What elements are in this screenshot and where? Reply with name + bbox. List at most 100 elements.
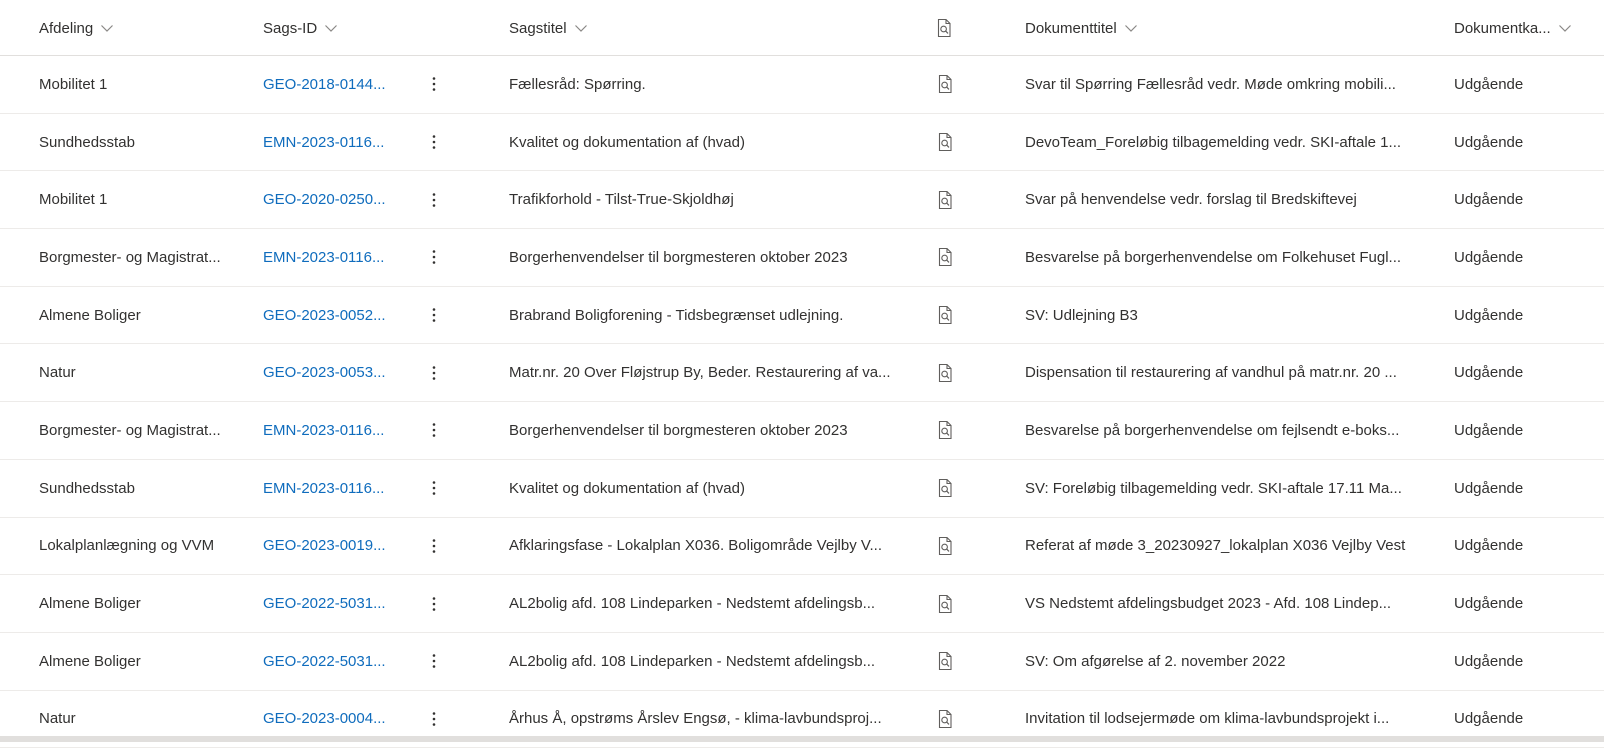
cell-text-sags-id[interactable]: GEO-2023-0004... bbox=[263, 710, 395, 727]
cell-text-sags-id[interactable]: GEO-2018-0144... bbox=[263, 76, 395, 93]
cell-text-sags-id[interactable]: GEO-2023-0019... bbox=[263, 537, 395, 554]
cell-text-dokumenttitel: SV: Foreløbig tilbagemelding vedr. SKI-a… bbox=[1025, 479, 1402, 497]
table-row[interactable]: Borgmester- og Magistrat... EMN-2023-011… bbox=[0, 402, 1604, 460]
table-row[interactable]: Lokalplanlægning og VVM GEO-2023-0019...… bbox=[0, 518, 1604, 576]
cell-sagstitel: Kvalitet og dokumentation af (hvad) bbox=[509, 114, 907, 171]
cell-dokumenttitel: DevoTeam_Foreløbig tilbagemelding vedr. … bbox=[1025, 114, 1426, 171]
cell-text-sags-id[interactable]: GEO-2023-0053... bbox=[263, 364, 395, 381]
document-search-icon bbox=[938, 594, 952, 613]
more-vertical-icon bbox=[432, 654, 436, 669]
more-options-button[interactable] bbox=[424, 171, 444, 228]
cell-sags-id[interactable]: GEO-2023-0053... bbox=[263, 344, 395, 401]
column-header-afdeling[interactable]: Afdeling bbox=[39, 0, 114, 56]
cell-text-sags-id[interactable]: EMN-2023-0116... bbox=[263, 249, 395, 266]
more-vertical-icon bbox=[432, 481, 436, 495]
table-row[interactable]: Almene Boliger GEO-2023-0052... Brabrand… bbox=[0, 287, 1604, 345]
preview-document-button[interactable] bbox=[934, 56, 956, 113]
preview-document-button[interactable] bbox=[934, 344, 956, 401]
cell-text-dokumentkategori: Udgående bbox=[1454, 595, 1524, 613]
cell-sags-id[interactable]: EMN-2023-0116... bbox=[263, 402, 395, 459]
cell-sags-id[interactable]: EMN-2023-0116... bbox=[263, 460, 395, 517]
cell-sagstitel: AL2bolig afd. 108 Lindeparken - Nedstemt… bbox=[509, 575, 907, 632]
table-row[interactable]: Borgmester- og Magistrat... EMN-2023-011… bbox=[0, 229, 1604, 287]
cell-sags-id[interactable]: GEO-2023-0019... bbox=[263, 518, 395, 575]
table-row[interactable]: Sundhedsstab EMN-2023-0116... Kvalitet o… bbox=[0, 460, 1604, 518]
cell-dokumentkategori: Udgående bbox=[1454, 575, 1594, 632]
table-row[interactable]: Mobilitet 1 GEO-2018-0144... Fællesråd: … bbox=[0, 56, 1604, 114]
cell-dokumenttitel: SV: Om afgørelse af 2. november 2022 bbox=[1025, 633, 1426, 690]
cell-text-sags-id[interactable]: GEO-2020-0250... bbox=[263, 191, 395, 208]
preview-document-button[interactable] bbox=[934, 518, 956, 575]
document-search-icon bbox=[938, 75, 952, 94]
cell-sags-id[interactable]: GEO-2018-0144... bbox=[263, 56, 395, 113]
cell-dokumentkategori: Udgående bbox=[1454, 344, 1594, 401]
cell-text-sagstitel: Kvalitet og dokumentation af (hvad) bbox=[509, 479, 745, 497]
more-options-button[interactable] bbox=[424, 633, 444, 690]
more-options-button[interactable] bbox=[424, 56, 444, 113]
cell-text-sags-id[interactable]: EMN-2023-0116... bbox=[263, 422, 395, 439]
cell-sagstitel: AL2bolig afd. 108 Lindeparken - Nedstemt… bbox=[509, 633, 907, 690]
cell-text-dokumenttitel: VS Nedstemt afdelingsbudget 2023 - Afd. … bbox=[1025, 595, 1392, 613]
table-row[interactable]: Mobilitet 1 GEO-2020-0250... Trafikforho… bbox=[0, 171, 1604, 230]
column-header-dokumentkategori[interactable]: Dokumentka... bbox=[1454, 0, 1572, 56]
cell-dokumentkategori: Udgående bbox=[1454, 518, 1594, 575]
cell-text-sags-id[interactable]: GEO-2022-5031... bbox=[263, 653, 395, 670]
more-vertical-icon bbox=[432, 539, 436, 553]
cell-text-afdeling: Natur bbox=[39, 364, 76, 382]
cell-sags-id[interactable]: EMN-2023-0116... bbox=[263, 229, 395, 286]
cell-text-dokumentkategori: Udgående bbox=[1454, 652, 1524, 670]
document-search-icon bbox=[938, 421, 952, 440]
cell-dokumentkategori: Udgående bbox=[1454, 114, 1594, 171]
preview-document-button[interactable] bbox=[934, 229, 956, 286]
preview-document-button[interactable] bbox=[934, 460, 956, 517]
table-row[interactable]: Natur GEO-2023-0053... Matr.nr. 20 Over … bbox=[0, 344, 1604, 403]
chevron-down-icon bbox=[574, 25, 587, 32]
cell-dokumenttitel: Svar til Spørring Fællesråd vedr. Møde o… bbox=[1025, 56, 1426, 113]
cell-text-afdeling: Almene Boliger bbox=[39, 652, 141, 670]
cell-sagstitel: Fællesråd: Spørring. bbox=[509, 56, 907, 113]
more-options-button[interactable] bbox=[424, 114, 444, 171]
cell-sags-id[interactable]: GEO-2022-5031... bbox=[263, 575, 395, 632]
cell-text-sags-id[interactable]: EMN-2023-0116... bbox=[263, 480, 395, 497]
more-options-button[interactable] bbox=[424, 518, 444, 575]
column-header-preview[interactable] bbox=[934, 0, 954, 56]
more-options-button[interactable] bbox=[424, 287, 444, 344]
cell-text-dokumentkategori: Udgående bbox=[1454, 133, 1524, 151]
preview-document-button[interactable] bbox=[934, 114, 956, 171]
horizontal-scrollbar[interactable] bbox=[0, 736, 1604, 742]
more-options-button[interactable] bbox=[424, 575, 444, 632]
cell-text-sagstitel: Kvalitet og dokumentation af (hvad) bbox=[509, 133, 745, 151]
cell-text-sags-id[interactable]: GEO-2022-5031... bbox=[263, 595, 395, 612]
preview-document-button[interactable] bbox=[934, 633, 956, 690]
table-row[interactable]: Sundhedsstab EMN-2023-0116... Kvalitet o… bbox=[0, 114, 1604, 172]
table-row[interactable]: Almene Boliger GEO-2022-5031... AL2bolig… bbox=[0, 633, 1604, 691]
cell-dokumentkategori: Udgående bbox=[1454, 171, 1594, 228]
table-row[interactable]: Almene Boliger GEO-2022-5031... AL2bolig… bbox=[0, 575, 1604, 633]
preview-document-button[interactable] bbox=[934, 171, 956, 228]
cell-text-dokumentkategori: Udgående bbox=[1454, 75, 1524, 93]
cell-text-afdeling: Lokalplanlægning og VVM bbox=[39, 537, 215, 555]
cell-sags-id[interactable]: EMN-2023-0116... bbox=[263, 114, 395, 171]
cell-sags-id[interactable]: GEO-2023-0052... bbox=[263, 287, 395, 344]
cell-text-afdeling: Sundhedsstab bbox=[39, 133, 135, 151]
cell-text-sagstitel: Trafikforhold - Tilst-True-Skjoldhøj bbox=[509, 191, 734, 209]
more-options-button[interactable] bbox=[424, 402, 444, 459]
cell-sags-id[interactable]: GEO-2022-5031... bbox=[263, 633, 395, 690]
cell-sags-id[interactable]: GEO-2020-0250... bbox=[263, 171, 395, 228]
cell-text-dokumentkategori: Udgående bbox=[1454, 710, 1524, 728]
column-header-sagstitel[interactable]: Sagstitel bbox=[509, 0, 588, 56]
column-header-dokumenttitel[interactable]: Dokumenttitel bbox=[1025, 0, 1138, 56]
more-options-button[interactable] bbox=[424, 460, 444, 517]
document-search-icon bbox=[937, 18, 951, 38]
more-options-button[interactable] bbox=[424, 344, 444, 401]
column-header-label: Sagstitel bbox=[509, 19, 567, 37]
column-header-sags-id[interactable]: Sags-ID bbox=[263, 0, 338, 56]
cell-text-sags-id[interactable]: GEO-2023-0052... bbox=[263, 307, 395, 324]
cell-text-sagstitel: Fællesråd: Spørring. bbox=[509, 75, 646, 93]
cell-text-sags-id[interactable]: EMN-2023-0116... bbox=[263, 134, 395, 151]
cell-text-dokumenttitel: Besvarelse på borgerhenvendelse om Folke… bbox=[1025, 248, 1402, 266]
preview-document-button[interactable] bbox=[934, 402, 956, 459]
preview-document-button[interactable] bbox=[934, 575, 956, 632]
more-options-button[interactable] bbox=[424, 229, 444, 286]
preview-document-button[interactable] bbox=[934, 287, 956, 344]
